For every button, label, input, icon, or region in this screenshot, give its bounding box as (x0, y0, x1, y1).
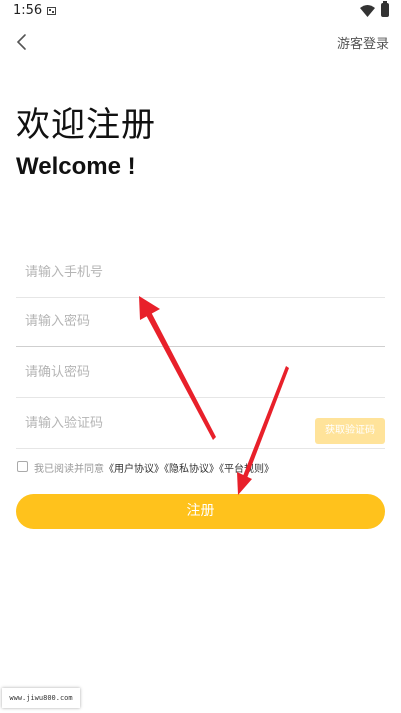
agreement-text: 我已阅读并同意《用户协议》《隐私协议》《平台规则》 (34, 460, 274, 475)
back-button[interactable] (10, 30, 34, 54)
confirm-password-input[interactable] (25, 365, 305, 380)
password-field (16, 302, 385, 347)
platform-rules-link[interactable]: 《平台规则》 (219, 464, 274, 475)
chevron-left-icon (16, 34, 26, 50)
watermark: www.jiwu800.com (2, 688, 80, 708)
agreement-prefix: 我已阅读并同意 (34, 464, 104, 475)
status-bar: 1:56 (0, 0, 401, 24)
confirm-password-field (16, 353, 385, 398)
sim-icon (47, 7, 56, 15)
get-code-button[interactable]: 获取验证码 (315, 418, 385, 444)
status-time: 1:56 (13, 3, 43, 18)
password-input[interactable] (25, 314, 305, 329)
page-subtitle: Welcome ! (16, 153, 136, 180)
user-agreement-link[interactable]: 《用户协议》 (104, 464, 164, 475)
register-button[interactable]: 注册 (16, 494, 385, 529)
phone-field (16, 253, 385, 298)
page-title: 欢迎注册 (16, 105, 156, 145)
agreement-checkbox[interactable] (17, 461, 28, 472)
privacy-agreement-link[interactable]: 《隐私协议》 (164, 464, 219, 475)
wifi-icon (360, 5, 375, 17)
battery-icon (381, 1, 389, 17)
phone-input[interactable] (25, 265, 305, 280)
code-input[interactable] (25, 416, 305, 431)
guest-login-link[interactable]: 游客登录 (337, 33, 389, 52)
